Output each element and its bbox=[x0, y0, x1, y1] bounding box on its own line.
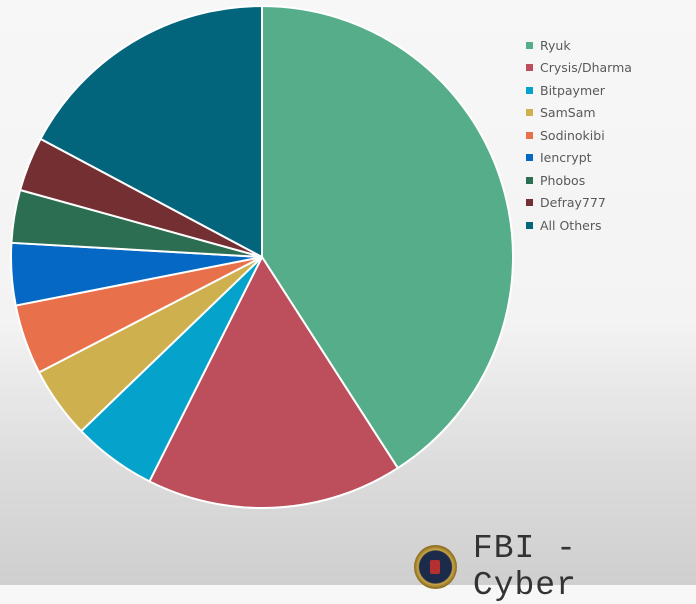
legend-label: Bitpaymer bbox=[540, 82, 605, 98]
legend-item: Bitpaymer bbox=[526, 79, 632, 102]
legend-swatch bbox=[526, 176, 533, 184]
legend-item: Crysis/Dharma bbox=[526, 57, 632, 80]
seal-shield bbox=[430, 560, 441, 574]
legend-item: SamSam bbox=[526, 102, 632, 125]
legend-swatch bbox=[526, 64, 533, 72]
legend-swatch bbox=[526, 109, 533, 117]
legend-item: Iencrypt bbox=[526, 147, 632, 170]
fbi-cyber-branding: FBI - Cyber bbox=[414, 530, 696, 604]
legend-swatch bbox=[526, 86, 533, 94]
legend-item: Phobos bbox=[526, 169, 632, 192]
legend-label: Ryuk bbox=[540, 37, 571, 53]
legend-swatch bbox=[526, 221, 533, 229]
legend-swatch bbox=[526, 41, 533, 49]
legend-swatch bbox=[526, 199, 533, 207]
legend-item: Sodinokibi bbox=[526, 124, 632, 147]
legend-label: Crysis/Dharma bbox=[540, 60, 632, 76]
legend-swatch bbox=[526, 131, 533, 139]
legend-item: Defray777 bbox=[526, 192, 632, 215]
brand-text: FBI - Cyber bbox=[472, 530, 577, 604]
legend-swatch bbox=[526, 154, 533, 162]
legend-item: Ryuk bbox=[526, 34, 632, 57]
legend-label: Defray777 bbox=[540, 195, 606, 211]
legend-label: Iencrypt bbox=[540, 150, 592, 166]
legend-label: All Others bbox=[540, 217, 602, 233]
legend-item: All Others bbox=[526, 214, 632, 237]
legend: Ryuk Crysis/Dharma Bitpaymer SamSam Sodi… bbox=[526, 34, 632, 237]
legend-label: Phobos bbox=[540, 172, 586, 188]
fbi-seal-icon bbox=[414, 545, 457, 589]
legend-label: Sodinokibi bbox=[540, 127, 605, 143]
legend-label: SamSam bbox=[540, 105, 596, 121]
